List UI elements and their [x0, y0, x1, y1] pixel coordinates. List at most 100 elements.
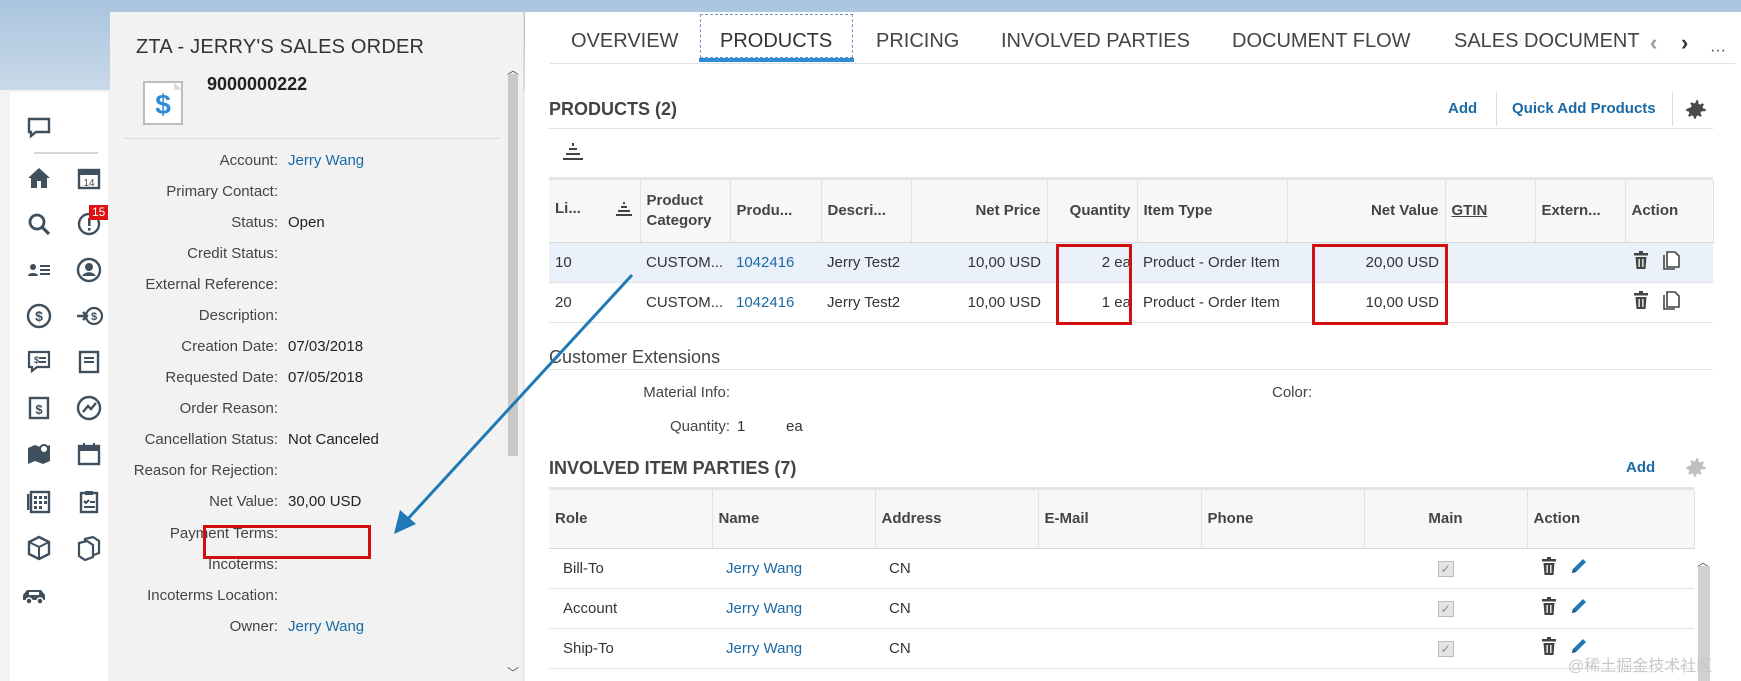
column-header[interactable]: GTIN — [1445, 180, 1536, 243]
watermark: @稀土掘金技术社区 — [1568, 658, 1713, 675]
gear-icon[interactable] — [1683, 97, 1709, 123]
column-header[interactable]: Main — [1364, 490, 1528, 549]
trash-icon[interactable] — [1631, 290, 1651, 314]
party-role: Account — [549, 588, 712, 629]
column-header-label: Action — [1631, 201, 1679, 219]
party-name[interactable]: Jerry Wang — [712, 628, 875, 669]
column-header[interactable]: Net Price — [911, 180, 1048, 243]
panel-scroll-down[interactable]: ﹀ — [505, 667, 521, 679]
party-phone — [1201, 588, 1364, 629]
column-header[interactable]: Li... — [549, 180, 641, 243]
color-label: Color: — [1271, 384, 1312, 401]
column-header[interactable]: Product Category — [640, 180, 731, 243]
list-icon[interactable]: $ — [22, 346, 56, 378]
calculator-icon[interactable] — [22, 486, 56, 518]
tab-involved-parties[interactable]: INVOLVED PARTIES — [1001, 30, 1190, 53]
field-label: Reason for Rejection: — [133, 462, 278, 479]
search-icon[interactable] — [22, 208, 56, 240]
add-product-button[interactable]: Add — [1448, 100, 1477, 117]
notification-badge: 15 — [89, 205, 109, 220]
table-row[interactable]: Account Jerry Wang CN ✓ — [549, 588, 1694, 629]
sort-icon[interactable] — [561, 142, 585, 164]
tab-pricing[interactable]: PRICING — [876, 30, 959, 53]
boxes-icon[interactable] — [72, 532, 106, 564]
tab-sales-document[interactable]: SALES DOCUMENT — [1454, 30, 1640, 53]
party-address: CN — [875, 588, 1038, 629]
edit-icon[interactable] — [1569, 556, 1589, 580]
table-row[interactable]: Bill-To Jerry Wang CN ✓ — [549, 548, 1694, 589]
field-value[interactable]: Jerry Wang — [288, 152, 364, 169]
tabs-prev-icon[interactable]: ‹ — [1650, 30, 1657, 56]
party-email — [1038, 628, 1201, 669]
trash-icon[interactable] — [1539, 556, 1559, 580]
dollar-icon[interactable]: $ — [22, 300, 56, 332]
car-icon[interactable] — [14, 580, 54, 612]
tab-overview[interactable]: OVERVIEW — [571, 30, 678, 53]
main-checkbox[interactable]: ✓ — [1437, 560, 1454, 577]
box-icon[interactable] — [22, 532, 56, 564]
column-header[interactable]: Extern... — [1535, 180, 1626, 243]
growth-icon[interactable] — [72, 392, 106, 424]
column-header[interactable]: Item Type — [1137, 180, 1288, 243]
toolbar-separator — [1672, 92, 1673, 126]
column-header[interactable]: Descri... — [821, 180, 912, 243]
column-header[interactable]: Name — [712, 490, 876, 549]
copy-icon[interactable] — [1661, 250, 1681, 274]
main-checkbox[interactable]: ✓ — [1437, 600, 1454, 617]
tab-products[interactable]: PRODUCTS — [720, 30, 832, 53]
trash-icon[interactable] — [1539, 596, 1559, 620]
product-id[interactable]: 1042416 — [730, 282, 821, 323]
add-party-button[interactable]: Add — [1626, 459, 1655, 476]
invoice-icon[interactable]: $ — [22, 392, 56, 424]
column-header[interactable]: Role — [549, 490, 713, 549]
product-id[interactable]: 1042416 — [730, 242, 821, 283]
party-name[interactable]: Jerry Wang — [712, 588, 875, 629]
column-header[interactable]: Address — [875, 490, 1039, 549]
field-row: Net Value: 30,00 USD — [110, 493, 510, 515]
tab-active-indicator — [699, 58, 854, 62]
column-header[interactable]: Action — [1527, 490, 1695, 549]
row-actions — [1625, 282, 1713, 323]
trash-icon[interactable] — [1631, 250, 1651, 274]
table-row[interactable]: Ship-To Jerry Wang CN ✓ — [549, 628, 1694, 669]
map-icon[interactable] — [22, 438, 56, 470]
quantity-unit: ea — [786, 418, 803, 435]
tabs-next-icon[interactable]: › — [1681, 30, 1688, 56]
svg-text:$: $ — [34, 355, 39, 365]
main-cell: ✓ — [1364, 628, 1527, 669]
trash-icon[interactable] — [1539, 636, 1559, 660]
field-row: Description: — [110, 307, 510, 329]
calendar-icon[interactable]: 14 — [72, 162, 106, 194]
quick-add-products-button[interactable]: Quick Add Products — [1512, 100, 1656, 117]
field-label: Status: — [231, 214, 278, 231]
account-icon[interactable] — [72, 254, 106, 286]
field-value[interactable]: Jerry Wang — [288, 618, 364, 635]
panel-scrollbar[interactable] — [508, 74, 518, 456]
contacts-icon[interactable] — [22, 254, 56, 286]
line-number: 10 — [549, 242, 640, 283]
tab-document-flow[interactable]: DOCUMENT FLOW — [1232, 30, 1411, 53]
column-header[interactable]: Action — [1625, 180, 1714, 243]
document-number: 9000000222 — [207, 74, 308, 94]
column-header[interactable]: Net Value — [1287, 180, 1446, 243]
column-header[interactable]: E-Mail — [1038, 490, 1202, 549]
home-icon[interactable] — [22, 162, 56, 194]
agenda-icon[interactable] — [72, 438, 106, 470]
chat-icon[interactable] — [22, 112, 56, 144]
main-checkbox[interactable]: ✓ — [1437, 640, 1454, 657]
column-header[interactable]: Quantity — [1047, 180, 1138, 243]
more-icon[interactable]: ··· — [1710, 42, 1726, 60]
party-name[interactable]: Jerry Wang — [712, 548, 875, 589]
svg-text:$: $ — [35, 402, 43, 417]
net-price: 10,00 USD — [911, 242, 1047, 283]
clipboard-icon[interactable] — [72, 486, 106, 518]
column-sort-icon[interactable] — [614, 201, 634, 223]
sales-order-icon: $ — [143, 81, 183, 125]
copy-icon[interactable] — [1661, 290, 1681, 314]
edit-icon[interactable] — [1569, 596, 1589, 620]
column-header[interactable]: Phone — [1201, 490, 1365, 549]
transfer-icon[interactable]: $ — [72, 300, 106, 332]
toolbar-separator — [1496, 92, 1497, 126]
column-header[interactable]: Produ... — [730, 180, 822, 243]
book-icon[interactable] — [72, 346, 106, 378]
